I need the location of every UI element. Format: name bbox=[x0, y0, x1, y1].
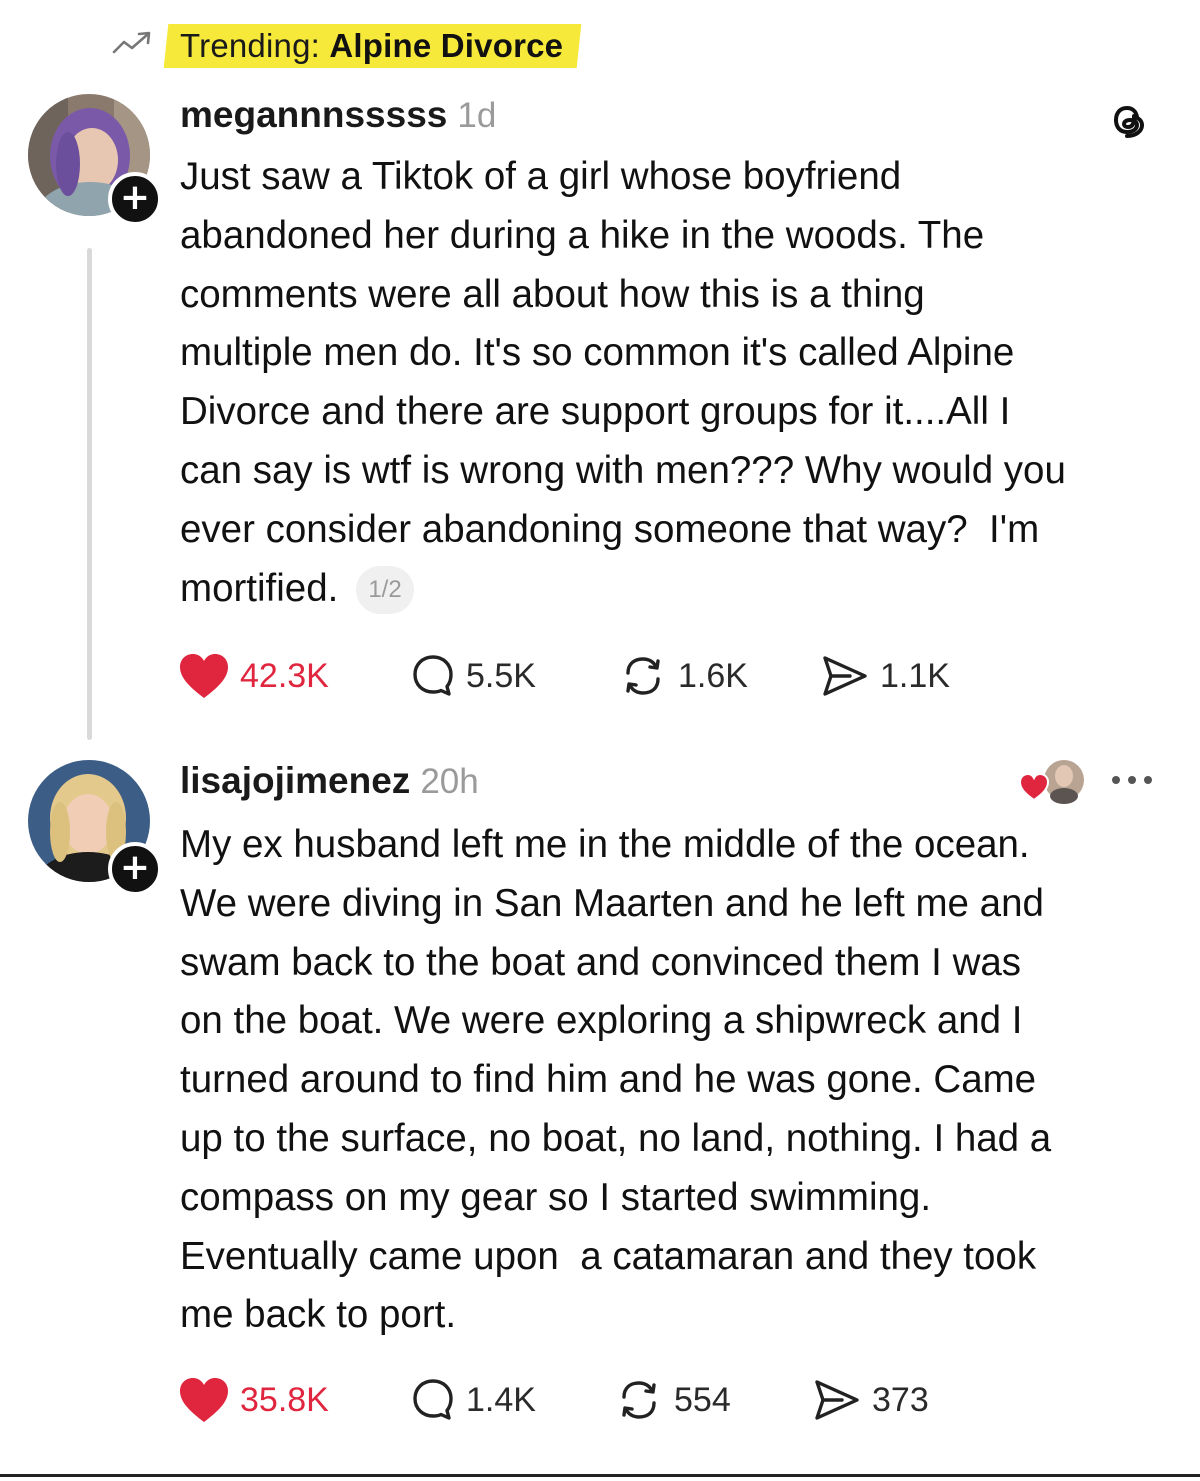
post-header: megannnsssss 1d bbox=[180, 94, 496, 136]
more-dots-icon[interactable] bbox=[1108, 770, 1156, 790]
reply-button[interactable]: 1.4K bbox=[410, 1372, 536, 1428]
post-line: can say is wtf is wrong with men??? Why … bbox=[180, 448, 1066, 492]
heart-icon bbox=[180, 1378, 228, 1422]
post-line-last: mortified. 1/2 bbox=[180, 560, 1185, 619]
heart-icon bbox=[180, 654, 228, 698]
share-button[interactable]: 1.1K bbox=[820, 648, 950, 704]
post-line: multiple men do. It's so common it's cal… bbox=[180, 331, 1015, 375]
post-line: abandoned her during a hike in the woods… bbox=[180, 213, 985, 257]
post-actions: 42.3K 5.5K 1.6K 1.1K bbox=[178, 648, 978, 704]
post-line: comments were all about how this is a th… bbox=[180, 272, 925, 316]
bottom-divider bbox=[0, 1474, 1200, 1477]
repost-count: 554 bbox=[674, 1380, 731, 1419]
post-body: My ex husband left me in the middle of t… bbox=[180, 816, 1185, 1345]
thread-connector-line bbox=[87, 248, 92, 740]
repost-icon bbox=[626, 657, 660, 695]
like-count: 42.3K bbox=[240, 656, 329, 695]
trending-arrow-icon bbox=[112, 31, 151, 54]
repost-icon bbox=[622, 1381, 656, 1419]
post-line: Eventually came upon a catamaran and the… bbox=[180, 1234, 1037, 1278]
trending-label: Trending: bbox=[180, 27, 320, 64]
post-line: Divorce and there are support groups for… bbox=[180, 390, 1011, 434]
like-count: 35.8K bbox=[240, 1380, 329, 1419]
post-header: lisajojimenez 20h bbox=[180, 760, 479, 802]
liked-by-author-icon bbox=[1018, 760, 1084, 804]
like-button[interactable]: 42.3K bbox=[178, 648, 329, 704]
trending-topic[interactable]: Alpine Divorce bbox=[329, 27, 563, 64]
post-line: turned around to find him and he was gon… bbox=[180, 1058, 1037, 1102]
post-line: My ex husband left me in the middle of t… bbox=[180, 823, 1030, 866]
post-actions: 35.8K 1.4K 554 373 bbox=[178, 1372, 978, 1428]
post-line: Just saw a Tiktok of a girl whose boyfri… bbox=[180, 155, 902, 198]
timestamp: 20h bbox=[420, 762, 479, 801]
username[interactable]: megannnsssss bbox=[180, 94, 447, 135]
post-line-text: mortified. bbox=[180, 566, 339, 610]
post-line: swam back to the boat and convinced them… bbox=[180, 940, 1022, 984]
trending-banner[interactable]: Trending: Alpine Divorce bbox=[163, 24, 582, 68]
follow-plus-icon[interactable]: + bbox=[108, 842, 162, 896]
post-line: up to the surface, no boat, no land, not… bbox=[180, 1116, 1052, 1160]
share-button[interactable]: 373 bbox=[812, 1372, 929, 1428]
username[interactable]: lisajojimenez bbox=[180, 760, 410, 801]
post-line: on the boat. We were exploring a shipwre… bbox=[180, 999, 1023, 1043]
send-icon bbox=[823, 656, 867, 696]
threads-logo-icon[interactable] bbox=[1104, 96, 1152, 144]
share-count: 1.1K bbox=[880, 656, 950, 695]
repost-button[interactable]: 1.6K bbox=[618, 648, 748, 704]
speech-bubble-icon bbox=[413, 655, 453, 696]
reply-count: 1.4K bbox=[466, 1380, 536, 1419]
send-icon bbox=[815, 1380, 859, 1420]
post-line: me back to port. bbox=[180, 1293, 457, 1337]
share-count: 373 bbox=[872, 1380, 929, 1419]
post-line: ever consider abandoning someone that wa… bbox=[180, 507, 1040, 551]
post-line: We were diving in San Maarten and he lef… bbox=[180, 881, 1044, 925]
repost-button[interactable]: 554 bbox=[614, 1372, 731, 1428]
timestamp: 1d bbox=[457, 96, 497, 135]
post-body: Just saw a Tiktok of a girl whose boyfri… bbox=[180, 148, 1185, 618]
page-indicator-badge: 1/2 bbox=[356, 565, 414, 614]
reply-count: 5.5K bbox=[466, 656, 536, 695]
post-line: compass on my gear so I started swimming… bbox=[180, 1175, 932, 1219]
reply-button[interactable]: 5.5K bbox=[410, 648, 536, 704]
like-button[interactable]: 35.8K bbox=[178, 1372, 329, 1428]
speech-bubble-icon bbox=[413, 1379, 453, 1420]
repost-count: 1.6K bbox=[678, 656, 748, 695]
follow-plus-icon[interactable]: + bbox=[108, 172, 162, 226]
